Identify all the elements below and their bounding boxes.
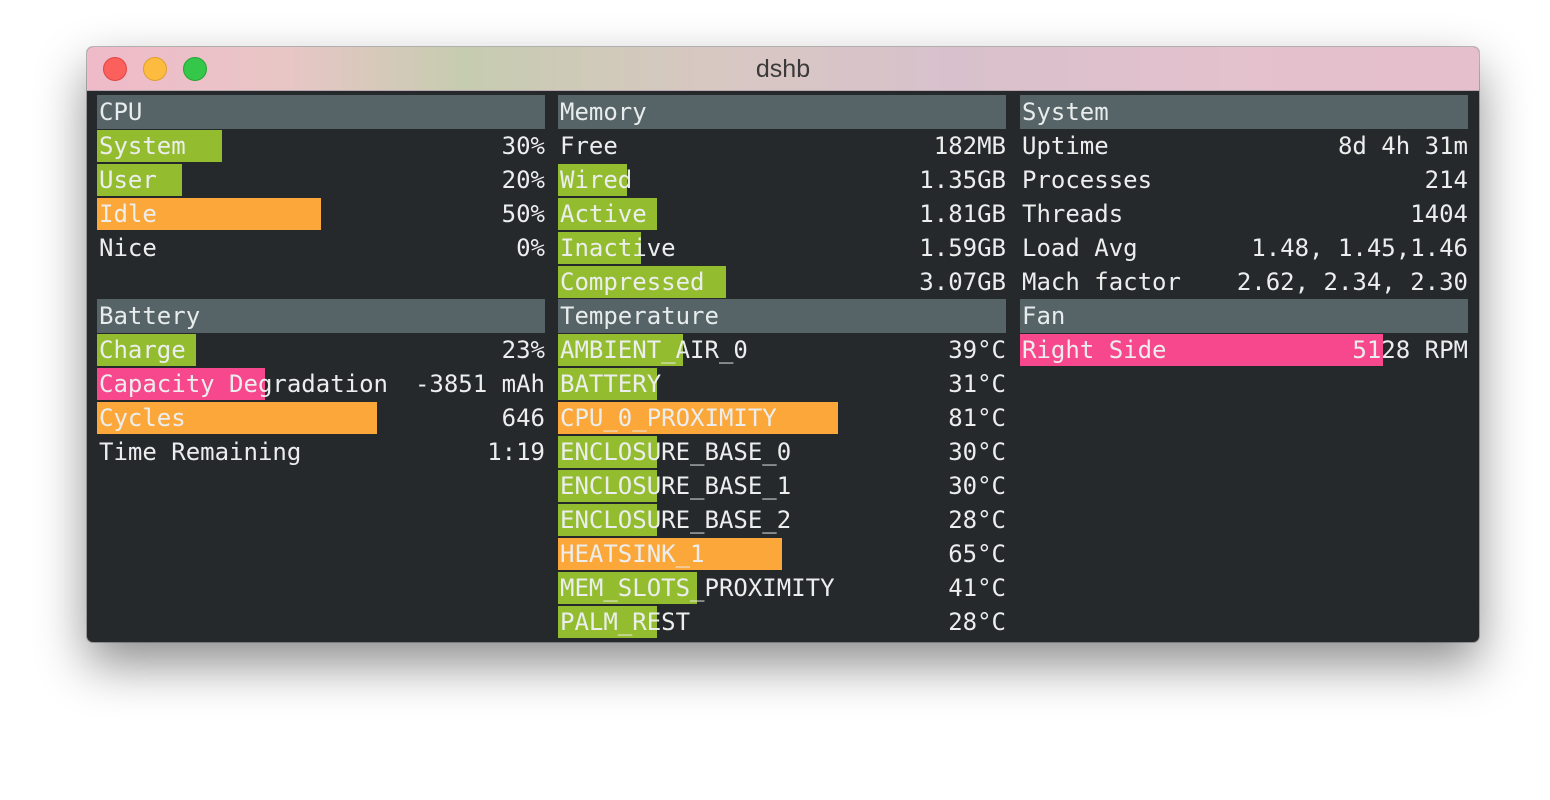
system-row-value: 1.48, 1.45,1.46 xyxy=(1251,234,1468,262)
system-row-label: Threads xyxy=(1022,200,1124,228)
memory-row: Wired 1.35GB xyxy=(558,163,1006,197)
memory-row: Inactive 1.59GB xyxy=(558,231,1006,265)
temperature-row-label: CPU_0_PROXIMITY xyxy=(560,404,777,432)
temperature-row: HEATSINK_1 65°C xyxy=(558,537,1006,571)
memory-row-label: Inactive xyxy=(560,234,676,262)
system-row-label: Processes xyxy=(1022,166,1153,194)
temperature-row: ENCLOSURE_BASE_0 30°C xyxy=(558,435,1006,469)
system-row-value: 8d 4h 31m xyxy=(1337,132,1468,160)
battery-row-value: 1:19 xyxy=(487,438,545,466)
temperature-row: MEM_SLOTS_PROXIMITY 41°C xyxy=(558,571,1006,605)
temperature-row-value: 30°C xyxy=(948,438,1006,466)
battery-row-label: Charge xyxy=(99,336,186,364)
battery-row: Capacity Degradation -3851 mAh xyxy=(97,367,545,401)
temperature-row: CPU_0_PROXIMITY 81°C xyxy=(558,401,1006,435)
temperature-row-label: PALM_REST xyxy=(560,608,691,636)
system-row: Uptime 8d 4h 31m xyxy=(1020,129,1468,163)
memory-panel-header: Memory xyxy=(558,95,1006,129)
temperature-row-value: 81°C xyxy=(948,404,1006,432)
memory-row-value: 182MB xyxy=(933,132,1006,160)
fan-row: Right Side 5128 RPM xyxy=(1020,333,1468,367)
temperature-row: ENCLOSURE_BASE_2 28°C xyxy=(558,503,1006,537)
cpu-row: Idle 50% xyxy=(97,197,545,231)
temperature-row-value: 28°C xyxy=(948,608,1006,636)
temperature-row-label: ENCLOSURE_BASE_2 xyxy=(560,506,792,534)
cpu-row-value: 50% xyxy=(501,200,545,228)
system-row-value: 214 xyxy=(1424,166,1468,194)
temperature-row-label: ENCLOSURE_BASE_0 xyxy=(560,438,792,466)
cpu-row-value: 20% xyxy=(501,166,545,194)
memory-row-value: 3.07GB xyxy=(919,268,1006,296)
temperature-row-value: 65°C xyxy=(948,540,1006,568)
temperature-row-label: MEM_SLOTS_PROXIMITY xyxy=(560,574,835,602)
system-row: Threads 1404 xyxy=(1020,197,1468,231)
cpu-panel-header: CPU xyxy=(97,95,545,129)
system-row: Mach factor 2.62, 2.34, 2.30 xyxy=(1020,265,1468,299)
memory-row-value: 1.59GB xyxy=(919,234,1006,262)
memory-row-label: Wired xyxy=(560,166,633,194)
memory-row-value: 1.81GB xyxy=(919,200,1006,228)
temperature-row-value: 39°C xyxy=(948,336,1006,364)
fan-row-label: Right Side xyxy=(1022,336,1167,364)
system-row-value: 1404 xyxy=(1410,200,1468,228)
title-bar[interactable]: dshb xyxy=(87,47,1479,91)
battery-row-label: Capacity Degradation xyxy=(99,370,388,398)
battery-row-value: 23% xyxy=(501,336,545,364)
dashboard-content: CPU System 30% User 20% Idle 50% Nice 0% Batter… xyxy=(87,91,1479,642)
temperature-row-label: HEATSINK_1 xyxy=(560,540,705,568)
memory-row-label: Free xyxy=(560,132,618,160)
battery-row: Charge 23% xyxy=(97,333,545,367)
battery-row: Cycles 646 xyxy=(97,401,545,435)
cpu-row-label: User xyxy=(99,166,157,194)
memory-row: Active 1.81GB xyxy=(558,197,1006,231)
temperature-row-value: 41°C xyxy=(948,574,1006,602)
cpu-row-label: System xyxy=(99,132,186,160)
cpu-row: User 20% xyxy=(97,163,545,197)
temperature-row-label: ENCLOSURE_BASE_1 xyxy=(560,472,792,500)
temperature-row-value: 28°C xyxy=(948,506,1006,534)
battery-row-value: 646 xyxy=(501,404,545,432)
terminal-window: dshb CPU System 30% User 20% Idle 50% Nice 0% B… xyxy=(87,47,1479,642)
cpu-row-value: 30% xyxy=(501,132,545,160)
system-row-label: Load Avg xyxy=(1022,234,1138,262)
temperature-row: ENCLOSURE_BASE_1 30°C xyxy=(558,469,1006,503)
memory-row: Free 182MB xyxy=(558,129,1006,163)
battery-row: Time Remaining 1:19 xyxy=(97,435,545,469)
temperature-row: AMBIENT_AIR_0 39°C xyxy=(558,333,1006,367)
system-panel-header: System xyxy=(1020,95,1468,129)
temperature-row: PALM_REST 28°C xyxy=(558,605,1006,639)
temperature-row-value: 31°C xyxy=(948,370,1006,398)
fan-row-value: 5128 RPM xyxy=(1352,336,1468,364)
temperature-panel-header: Temperature xyxy=(558,299,1006,333)
system-row-label: Mach factor xyxy=(1022,268,1181,296)
battery-row-value: -3851 mAh xyxy=(414,370,545,398)
fan-panel-header: Fan xyxy=(1020,299,1468,333)
system-row: Load Avg 1.48, 1.45,1.46 xyxy=(1020,231,1468,265)
cpu-row: Nice 0% xyxy=(97,231,545,265)
battery-row-label: Cycles xyxy=(99,404,186,432)
memory-row-value: 1.35GB xyxy=(919,166,1006,194)
system-row-label: Uptime xyxy=(1022,132,1109,160)
temperature-row-label: AMBIENT_AIR_0 xyxy=(560,336,748,364)
battery-panel-header: Battery xyxy=(97,299,545,333)
system-row: Processes 214 xyxy=(1020,163,1468,197)
memory-row: Compressed 3.07GB xyxy=(558,265,1006,299)
memory-row-label: Compressed xyxy=(560,268,705,296)
window-title: dshb xyxy=(755,55,811,83)
temperature-row: BATTERY 31°C xyxy=(558,367,1006,401)
system-row-value: 2.62, 2.34, 2.30 xyxy=(1236,268,1468,296)
cpu-row-label: Idle xyxy=(99,200,157,228)
cpu-row-label: Nice xyxy=(99,234,157,262)
memory-row-label: Active xyxy=(560,200,647,228)
cpu-row-value: 0% xyxy=(516,234,545,262)
battery-row-label: Time Remaining xyxy=(99,438,302,466)
temperature-row-label: BATTERY xyxy=(560,370,662,398)
cpu-row: System 30% xyxy=(97,129,545,163)
temperature-row-value: 30°C xyxy=(948,472,1006,500)
